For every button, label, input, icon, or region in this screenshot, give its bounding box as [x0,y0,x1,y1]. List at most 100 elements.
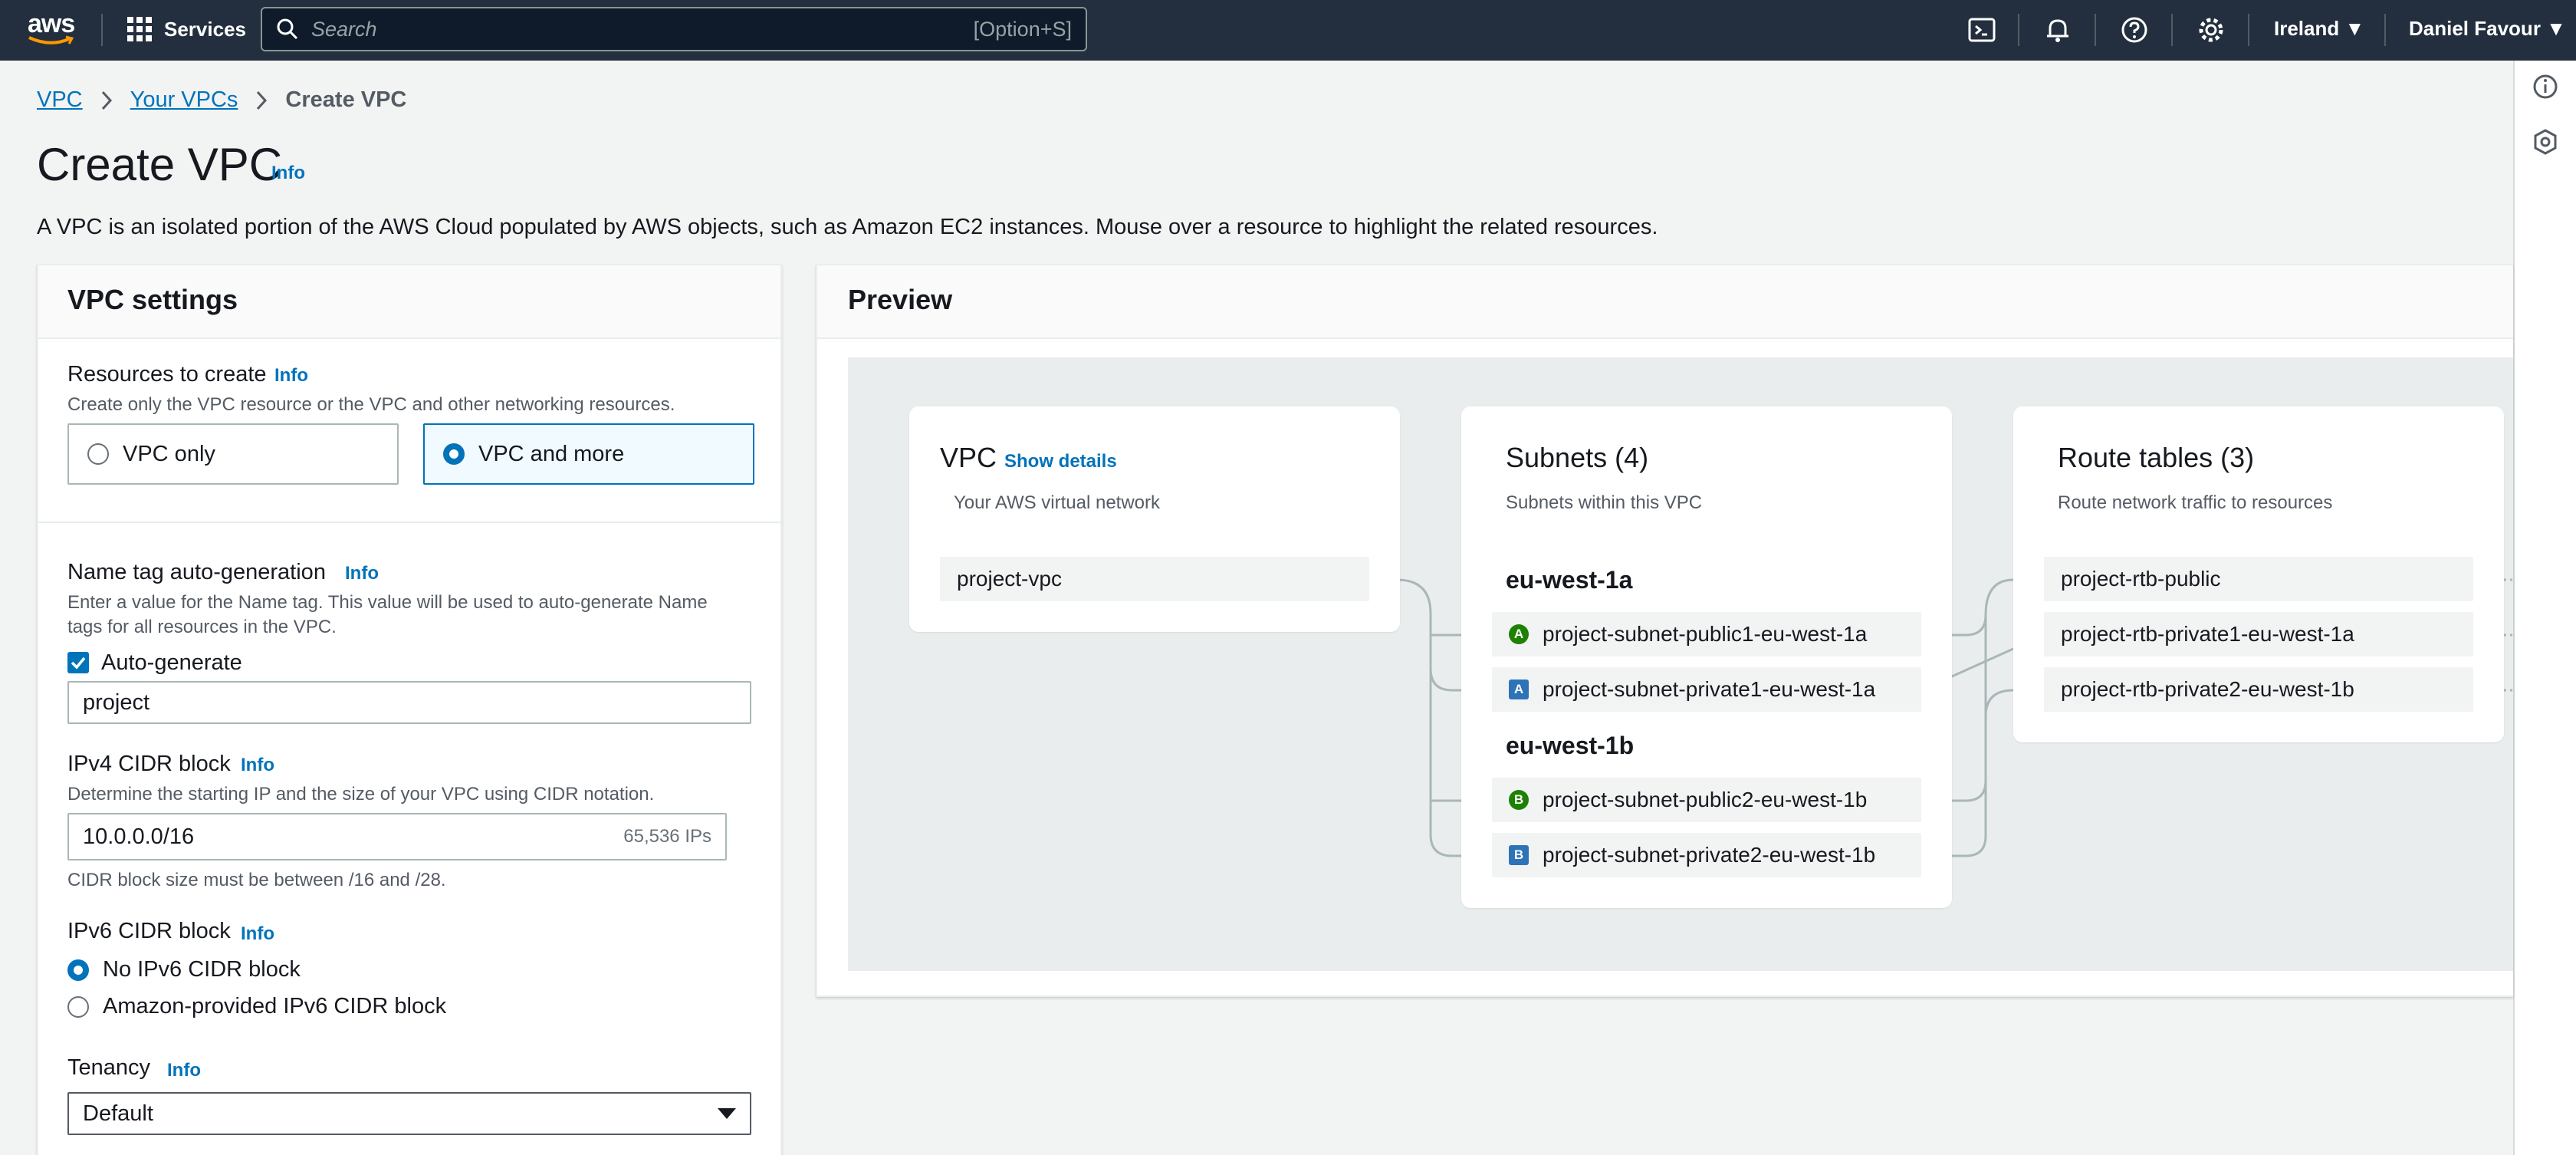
breadcrumb: VPC Your VPCs Create VPC [37,87,406,113]
no-ipv6-option[interactable]: No IPv6 CIDR block [67,957,301,982]
subnet-name: project-subnet-public2-eu-west-1b [1543,788,1868,811]
public-subnet-icon: A [1509,624,1529,644]
subnet-name: project-subnet-private2-eu-west-1b [1543,843,1876,867]
name-tag-value: project [83,689,150,715]
preview-canvas: VPC Show details Your AWS virtual networ… [848,357,2513,971]
region-selector[interactable]: Ireland ▼ [2274,17,2364,41]
services-menu-button[interactable]: Services [127,17,246,41]
subnets-card: Subnets (4) Subnets within this VPC eu-w… [1461,406,1952,908]
subnet-item[interactable]: A project-subnet-private1-eu-west-1a [1492,667,1921,712]
aws-smile-icon [28,35,74,44]
ipv4-info-link[interactable]: Info [241,755,274,776]
page-description: A VPC is an isolated portion of the AWS … [37,215,1658,239]
resources-description: Create only the VPC resource or the VPC … [67,394,675,415]
vpc-and-more-option[interactable]: VPC and more [423,423,754,485]
settings-icon[interactable] [2196,15,2226,44]
zone-label: eu-west-1a [1506,566,1633,594]
aws-logo[interactable]: aws [28,9,77,49]
search-placeholder: Search [311,17,377,41]
chevron-down-icon: ▼ [2546,17,2566,40]
vpc-and-more-label: VPC and more [478,441,625,466]
nav-divider [2095,14,2096,46]
tenancy-select[interactable]: Default [67,1092,751,1135]
nav-divider [101,14,103,46]
name-tag-label: Name tag auto-generation [67,560,326,584]
amazon-ipv6-label: Amazon-provided IPv6 CIDR block [103,994,447,1018]
private-subnet-icon: B [1509,845,1529,865]
ipv4-description: Determine the starting IP and the size o… [67,784,655,805]
subnet-item[interactable]: B project-subnet-private2-eu-west-1b [1492,833,1921,877]
nav-divider [2018,14,2019,46]
vpc-resource[interactable]: project-vpc [940,557,1369,601]
resources-info-link[interactable]: Info [274,365,308,387]
chevron-down-icon: ▼ [2344,17,2365,40]
no-ipv6-label: No IPv6 CIDR block [103,957,301,982]
name-tag-info-link[interactable]: Info [345,563,379,584]
subnet-item[interactable]: A project-subnet-public1-eu-west-1a [1492,612,1921,656]
chevron-right-icon [101,90,112,110]
zone-label: eu-west-1b [1506,732,1635,759]
services-grid-icon [127,17,152,41]
vpc-only-label: VPC only [123,441,215,466]
show-details-link[interactable]: Show details [1004,451,1117,472]
public-subnet-icon: B [1509,790,1529,810]
top-navigation: aws Services Search [Option+S] Ireland ▼… [0,0,2576,61]
breadcrumb-current: Create VPC [285,87,407,112]
breadcrumb-your-vpcs-link[interactable]: Your VPCs [130,87,238,113]
name-tag-input[interactable]: project [67,681,751,724]
preview-heading: Preview [817,265,2513,339]
vpc-only-option[interactable]: VPC only [67,423,399,485]
services-label: Services [164,17,246,41]
ipv4-cidr-input[interactable]: 10.0.0.0/16 65,536 IPs [67,813,727,860]
cloudshell-icon[interactable] [1967,15,1996,44]
subnets-card-title: Subnets (4) [1506,442,1649,473]
vpc-settings-panel: VPC settings Resources to create Info Cr… [37,264,782,1155]
subnet-name: project-subnet-public1-eu-west-1a [1543,622,1868,646]
breadcrumb-vpc-link[interactable]: VPC [37,87,83,113]
vpc-and-more-radio[interactable] [443,443,465,465]
auto-generate-checkbox[interactable] [67,652,89,673]
vpc-card-title: VPC [940,442,997,473]
vpc-only-radio[interactable] [87,443,109,465]
help-icon[interactable] [2120,15,2149,44]
vpc-card: VPC Show details Your AWS virtual networ… [909,406,1400,632]
nav-divider [2384,14,2386,46]
route-table-item[interactable]: project-rtb-public [2044,557,2473,601]
subnets-card-subtitle: Subnets within this VPC [1506,492,1703,513]
no-ipv6-radio[interactable] [67,959,89,981]
route-table-item[interactable]: project-rtb-private1-eu-west-1a [2044,612,2473,656]
ipv4-cidr-value: 10.0.0.0/16 [83,824,195,849]
page-title: Create VPC [37,139,283,190]
tenancy-value: Default [83,1101,153,1126]
resources-label: Resources to create [67,362,267,387]
ipv6-info-link[interactable]: Info [241,923,274,945]
nav-divider [2248,14,2249,46]
subnet-item[interactable]: B project-subnet-public2-eu-west-1b [1492,778,1921,822]
section-divider [38,522,780,523]
vpc-card-subtitle: Your AWS virtual network [954,492,1161,513]
info-panel-icon[interactable] [2532,73,2559,100]
feedback-icon[interactable] [2532,128,2559,156]
name-tag-description-2: tags for all resources in the VPC. [67,617,337,637]
nav-divider [2171,14,2173,46]
tenancy-info-link[interactable]: Info [167,1060,201,1081]
account-menu[interactable]: Daniel Favour ▼ [2409,17,2566,41]
name-tag-description-1: Enter a value for the Name tag. This val… [67,592,708,613]
checkmark-icon [71,656,86,670]
search-input[interactable]: Search [Option+S] [261,7,1087,51]
route-tables-card-title: Route tables (3) [2058,442,2255,473]
private-subnet-icon: A [1509,680,1529,699]
search-icon [277,18,298,40]
chevron-right-icon [257,90,268,110]
page-info-link[interactable]: Info [271,163,305,184]
search-shortcut: [Option+S] [973,17,1072,41]
auto-generate-label: Auto-generate [101,650,242,675]
amazon-ipv6-option[interactable]: Amazon-provided IPv6 CIDR block [67,994,446,1019]
bell-icon[interactable] [2043,15,2072,44]
route-table-item[interactable]: project-rtb-private2-eu-west-1b [2044,667,2473,712]
route-tables-card-subtitle: Route network traffic to resources [2058,492,2333,513]
amazon-ipv6-radio[interactable] [67,995,89,1018]
route-tables-card: Route tables (3) Route network traffic t… [2013,406,2504,742]
ipv6-label: IPv6 CIDR block [67,919,231,943]
right-tools-rail [2513,61,2576,1155]
